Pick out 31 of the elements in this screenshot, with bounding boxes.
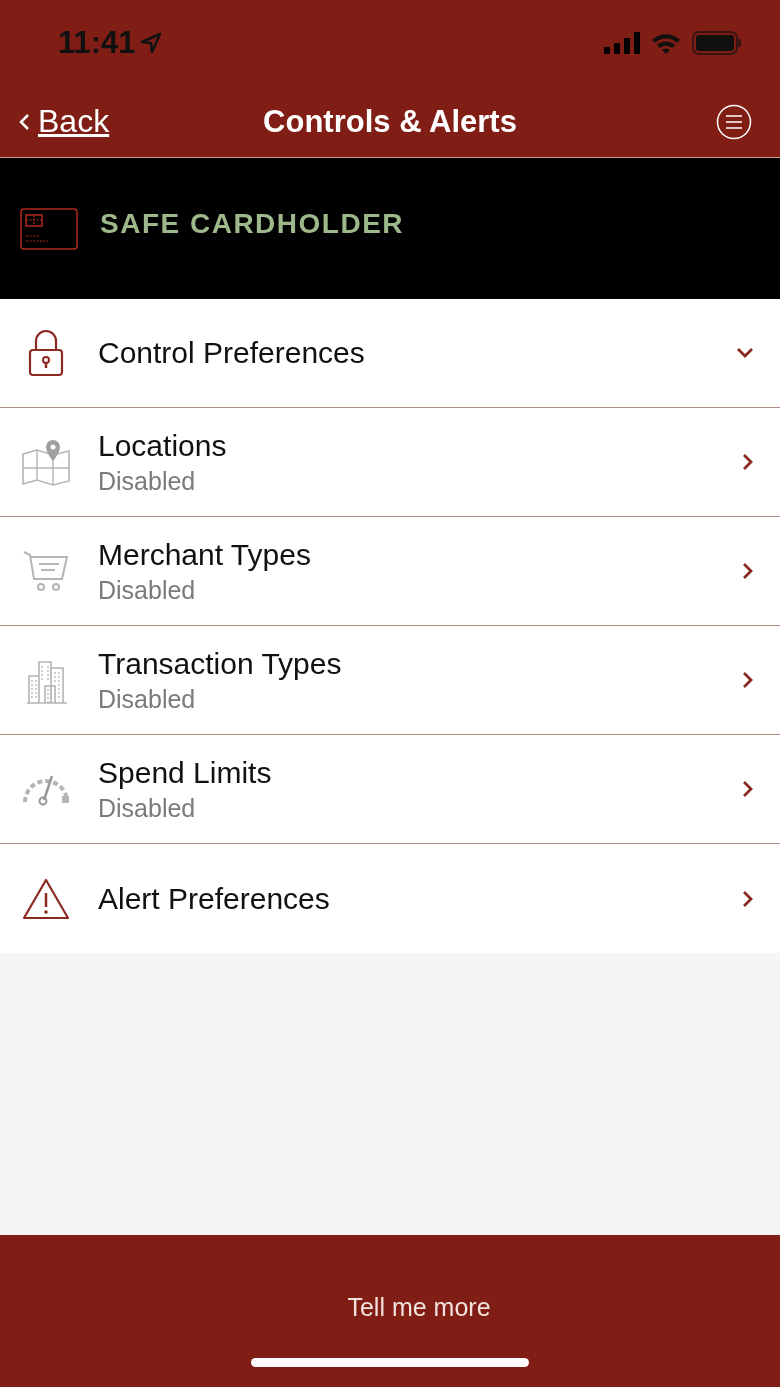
row-label: Transaction Types: [98, 646, 343, 681]
menu-icon: [716, 103, 752, 140]
back-chevron-icon: [18, 111, 30, 132]
menu-button[interactable]: [716, 103, 752, 140]
cardholder-name: SAFE CARDHOLDER: [100, 208, 405, 240]
row-label: Locations: [98, 428, 228, 463]
wifi-icon: [650, 31, 682, 55]
row-label: Spend Limits: [98, 755, 273, 790]
chevron-right-icon: [742, 562, 754, 580]
back-button[interactable]: Back: [18, 103, 110, 140]
row-label: Merchant Types: [98, 537, 312, 572]
location-arrow-icon: [139, 32, 162, 54]
row-label: Alert Preferences: [98, 881, 331, 916]
warning-icon: [22, 877, 70, 920]
row-label: Control Preferences: [98, 336, 366, 370]
row-status: Disabled: [98, 575, 197, 605]
row-status: Disabled: [98, 466, 197, 496]
chevron-right-icon: [742, 671, 754, 689]
signal-icon: [604, 32, 640, 54]
row-status: Disabled: [98, 793, 197, 823]
tell-me-more-button[interactable]: Tell me more: [289, 1293, 491, 1322]
page-title: Controls & Alerts: [263, 103, 517, 139]
map-pin-icon: [22, 438, 70, 486]
battery-icon: [692, 31, 742, 55]
status-time: 11:41: [58, 25, 162, 61]
lock-icon: [27, 329, 65, 377]
chevron-right-icon: [742, 453, 754, 471]
shopping-cart-icon: [23, 550, 69, 592]
credit-card-icon: [20, 208, 78, 250]
chevron-right-icon: [742, 780, 754, 798]
row-status: Disabled: [98, 684, 197, 714]
